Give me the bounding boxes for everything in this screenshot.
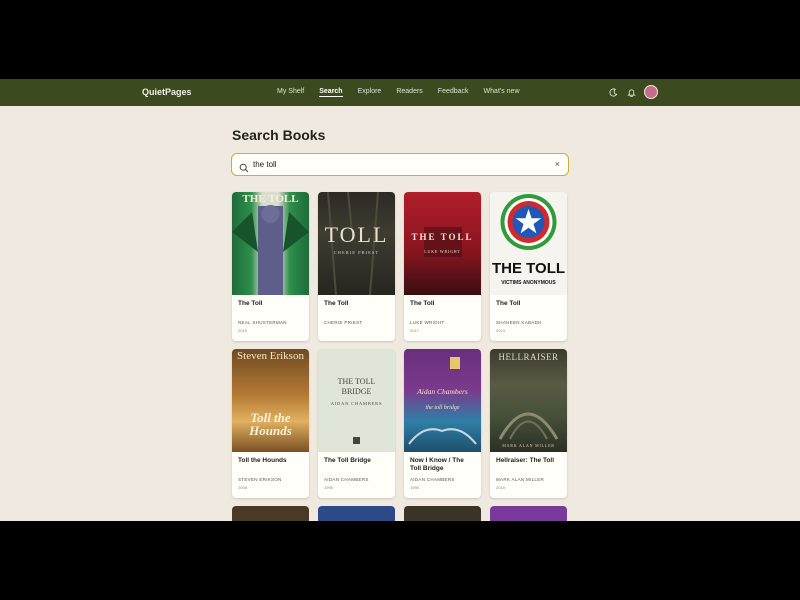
cover-author: LUKE WRIGHT	[424, 249, 461, 254]
book-year: 2017	[410, 328, 419, 333]
cover-title: TOLL	[324, 222, 389, 247]
nav-explore[interactable]: Explore	[358, 88, 382, 97]
header-actions	[608, 85, 658, 99]
cover-subtitle: VICTIMS ANONYMOUS	[501, 280, 556, 286]
book-author: AIDAN CHAMBERS	[324, 477, 369, 482]
book-card[interactable]: THE TOLL VICTIMS ANONYMOUS The Toll SHAH…	[490, 192, 567, 341]
main-nav: My Shelf Search Explore Readers Feedback…	[277, 88, 535, 97]
book-title: The Toll Bridge	[324, 457, 371, 464]
book-author: STEVEN ERIKSON	[238, 477, 282, 482]
cover-author: MARK ALAN MILLER	[502, 443, 555, 448]
book-cover[interactable]	[232, 506, 309, 521]
search-icon	[239, 160, 249, 172]
page-title: Search Books	[232, 127, 326, 143]
book-author: SHAHEEN KABADH	[496, 320, 542, 325]
nav-whats-new[interactable]: What's new	[484, 88, 520, 97]
book-title: The Toll	[496, 300, 521, 307]
book-author: AIDAN CHAMBERS	[410, 477, 455, 482]
search-results-grid: THE TOLL The Toll NEAL SHUSTERMAN 2019 T…	[232, 192, 568, 498]
book-year: 2018	[496, 485, 505, 490]
top-navigation-bar: QuietPages My Shelf Search Explore Reade…	[0, 79, 800, 106]
book-card[interactable]: Steven Erikson Toll the Hounds Toll the …	[232, 349, 309, 498]
brand-logo[interactable]: QuietPages	[142, 87, 192, 97]
book-card[interactable]: THE TOLL BRIDGE AIDAN CHAMBERS The Toll …	[318, 349, 395, 498]
nav-my-shelf[interactable]: My Shelf	[277, 88, 304, 97]
clear-search-button[interactable]: ×	[555, 159, 560, 169]
book-cover[interactable]	[490, 506, 567, 521]
book-card[interactable]: THE TOLL LUKE WRIGHT The Toll LUKE WRIGH…	[404, 192, 481, 341]
book-title: Hellraiser: The Toll	[496, 457, 555, 464]
book-year: 1995	[410, 485, 419, 490]
book-author: MARK ALAN MILLER	[496, 477, 545, 482]
search-input[interactable]	[253, 160, 543, 169]
cover-author: CHERIE PRIEST	[333, 250, 380, 255]
cover-title: THE TOLL	[411, 232, 474, 242]
book-year: 1995	[324, 485, 333, 490]
cover-title: THE TOLL	[242, 193, 299, 205]
app-window: QuietPages My Shelf Search Explore Reade…	[0, 79, 800, 521]
book-title: The Toll	[410, 300, 435, 307]
book-cover[interactable]	[404, 506, 481, 521]
nav-readers[interactable]: Readers	[396, 88, 422, 97]
book-author: NEAL SHUSTERMAN	[238, 320, 287, 325]
book-cover[interactable]	[318, 506, 395, 521]
book-card[interactable]: HELLRAISER MARK ALAN MILLER Hellraiser: …	[490, 349, 567, 498]
book-cover: THE TOLL	[232, 192, 309, 295]
book-card[interactable]: THE TOLL The Toll NEAL SHUSTERMAN 2019	[232, 192, 309, 341]
cover-title: Toll the Hounds	[249, 410, 292, 438]
book-cover: TOLL CHERIE PRIEST	[318, 192, 395, 295]
book-year: 2019	[238, 328, 247, 333]
book-title: Now I Know / The Toll Bridge	[410, 457, 464, 472]
cover-title: HELLRAISER	[498, 352, 559, 362]
book-author: CHERIE PRIEST	[324, 320, 363, 325]
avatar[interactable]	[644, 85, 658, 99]
cover-title: the toll bridge	[425, 405, 460, 411]
book-title: The Toll	[238, 300, 263, 307]
book-cover: Steven Erikson Toll the Hounds	[232, 349, 309, 452]
cover-author: Steven Erikson	[237, 350, 304, 362]
book-title: Toll the Hounds	[238, 457, 287, 464]
cover-title: THE TOLL	[491, 260, 566, 277]
nav-search[interactable]: Search	[319, 88, 343, 97]
book-card[interactable]: Aidan Chambers the toll bridge Now I Kno…	[404, 349, 481, 498]
book-cover: Aidan Chambers the toll bridge	[404, 349, 481, 452]
book-cover: THE TOLL BRIDGE AIDAN CHAMBERS	[318, 349, 395, 452]
nav-feedback[interactable]: Feedback	[438, 88, 469, 97]
next-row-covers	[232, 506, 567, 521]
book-cover: THE TOLL VICTIMS ANONYMOUS	[490, 192, 567, 295]
book-card[interactable]: TOLL CHERIE PRIEST The Toll CHERIE PRIES…	[318, 192, 395, 341]
moon-icon[interactable]	[608, 87, 618, 97]
search-bar[interactable]: ×	[231, 153, 569, 176]
book-year: 2014	[496, 328, 505, 333]
book-author: LUKE WRIGHT	[410, 320, 445, 325]
book-title: The Toll	[324, 300, 349, 307]
bell-icon[interactable]	[626, 87, 636, 97]
book-cover: HELLRAISER MARK ALAN MILLER	[490, 349, 567, 452]
book-cover: THE TOLL LUKE WRIGHT	[404, 192, 481, 295]
cover-author: Aidan Chambers	[417, 387, 468, 396]
book-year: 2008	[238, 485, 247, 490]
